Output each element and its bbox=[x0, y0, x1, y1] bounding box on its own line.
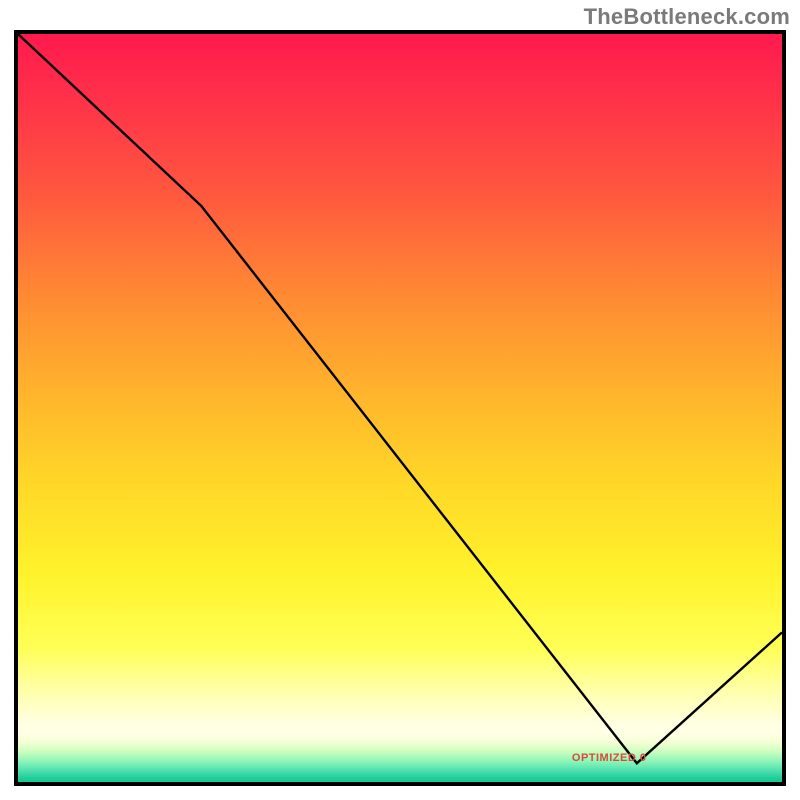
plot-area: OPTIMIZED 0 bbox=[14, 30, 786, 786]
chart-canvas: TheBottleneck.com OPTIMIZED 0 bbox=[0, 0, 800, 800]
curve-layer bbox=[18, 34, 782, 782]
optimized-annotation: OPTIMIZED 0 bbox=[572, 752, 647, 764]
bottleneck-curve bbox=[18, 34, 782, 763]
watermark-text: TheBottleneck.com bbox=[584, 4, 790, 30]
